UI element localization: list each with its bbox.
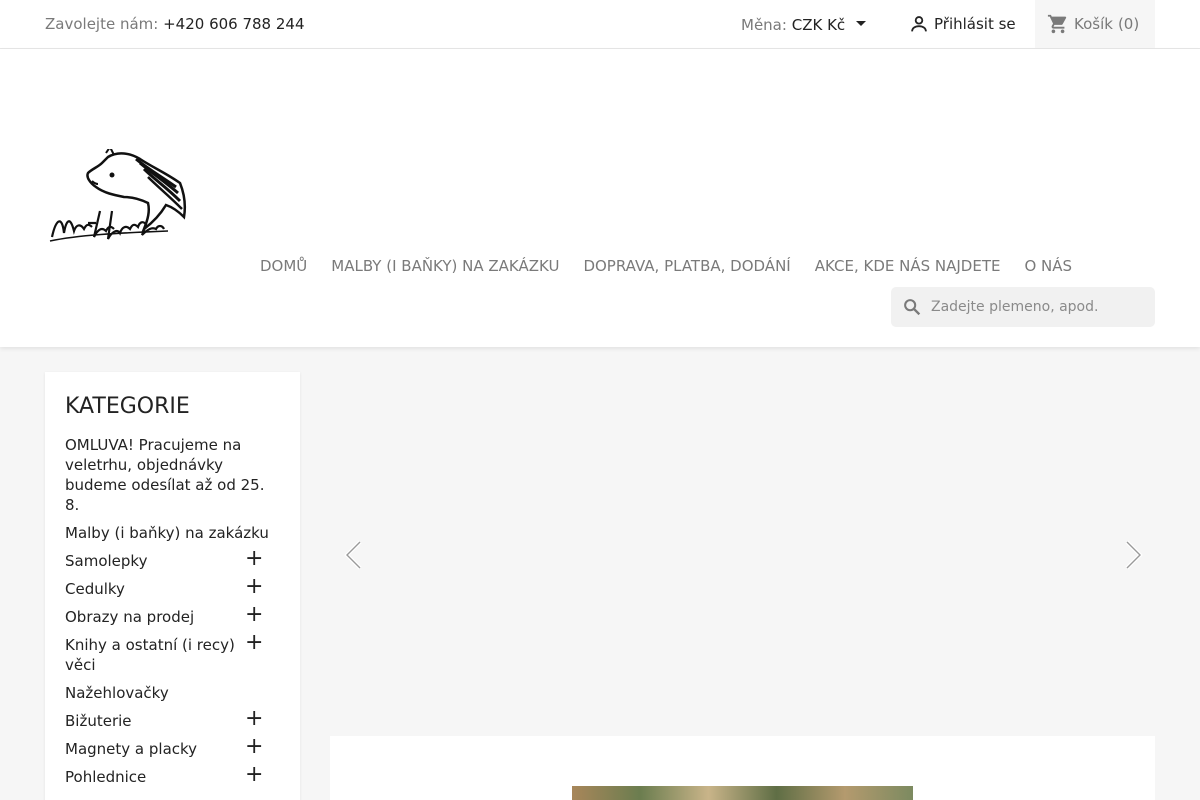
search-box [891,287,1155,327]
expand-plus-icon[interactable]: + [245,764,263,786]
expand-plus-icon[interactable]: + [245,576,263,598]
user-icon [911,16,927,32]
contact-info: Zavolejte nám: +420 606 788 244 [45,15,305,33]
site-logo[interactable] [48,145,190,249]
category-label: OMLUVA! Pracujeme na veletrhu, objednávk… [65,436,265,514]
category-label: Pohlednice [65,768,147,786]
nav-item-doprava[interactable]: Doprava, platba, dodání [583,257,790,275]
hero-carousel [330,372,1155,736]
search-icon[interactable] [901,296,923,318]
category-item-pohlednice[interactable]: Pohlednice + [65,764,280,787]
sidebar-title: KATEGORIE [65,394,190,419]
expand-plus-icon[interactable]: + [245,604,263,626]
currency-value[interactable]: CZK Kč [792,16,845,34]
main-navigation: Domů Malby (i baňky) na zakázku Doprava,… [260,257,1072,275]
search-input[interactable] [931,299,1151,315]
category-item-cedulky[interactable]: Cedulky + [65,576,280,599]
content-section [330,736,1155,800]
expand-plus-icon[interactable]: + [245,632,263,654]
caret-down-icon[interactable] [855,21,866,26]
category-label: Samolepky [65,552,148,570]
category-sidebar: KATEGORIE OMLUVA! Pracujeme na veletrhu,… [45,372,300,800]
currency-label: Měna: [741,16,787,34]
category-item-nazehlovacky[interactable]: Nažehlovačky [65,683,280,703]
cart-icon [1047,14,1067,34]
expand-plus-icon[interactable]: + [245,548,263,570]
cart-button[interactable]: Košík (0) [1035,0,1155,48]
category-item-obrazy[interactable]: Obrazy na prodej + [65,604,280,627]
category-item-magnety[interactable]: Magnety a placky + [65,736,280,759]
nav-item-malby[interactable]: Malby (i baňky) na zakázku [331,257,559,275]
category-list: OMLUVA! Pracujeme na veletrhu, objednávk… [65,435,280,787]
chevron-left-icon[interactable] [344,540,364,570]
category-label: Malby (i baňky) na zakázku [65,524,269,542]
category-label: Magnety a placky [65,740,198,758]
featured-photo[interactable] [572,786,913,800]
category-item-samolepky[interactable]: Samolepky + [65,548,280,571]
category-item-knihy[interactable]: Knihy a ostatní (i recy) věci + [65,632,280,675]
horse-logo-icon [49,145,187,242]
currency-selector[interactable]: Měna: CZK Kč [741,16,866,34]
category-item-malby[interactable]: Malby (i baňky) na zakázku [65,523,280,543]
chevron-right-icon[interactable] [1123,540,1143,570]
top-bar: Zavolejte nám: +420 606 788 244 Měna: CZ… [0,0,1200,49]
category-label: Nažehlovačky [65,684,169,702]
contact-label: Zavolejte nám: [45,15,159,33]
category-label: Obrazy na prodej [65,608,195,626]
cart-label: Košík [1074,15,1113,33]
cart-count: (0) [1117,15,1140,33]
nav-item-akce[interactable]: Akce, kde nás najdete [815,257,1001,275]
nav-item-o-nas[interactable]: O nás [1024,257,1072,275]
login-label: Přihlásit se [934,15,1016,33]
phone-number[interactable]: +420 606 788 244 [163,15,304,33]
expand-plus-icon[interactable]: + [245,708,263,730]
expand-plus-icon[interactable]: + [245,736,263,758]
login-button[interactable]: Přihlásit se [908,13,1016,35]
category-label: Knihy a ostatní (i recy) věci [65,636,235,674]
category-item-omluva[interactable]: OMLUVA! Pracujeme na veletrhu, objednávk… [65,435,280,515]
category-item-bizuterie[interactable]: Bižuterie + [65,708,280,731]
category-label: Cedulky [65,580,125,598]
category-label: Bižuterie [65,712,132,730]
nav-item-domu[interactable]: Domů [260,257,307,275]
site-header: Domů Malby (i baňky) na zakázku Doprava,… [0,49,1200,347]
